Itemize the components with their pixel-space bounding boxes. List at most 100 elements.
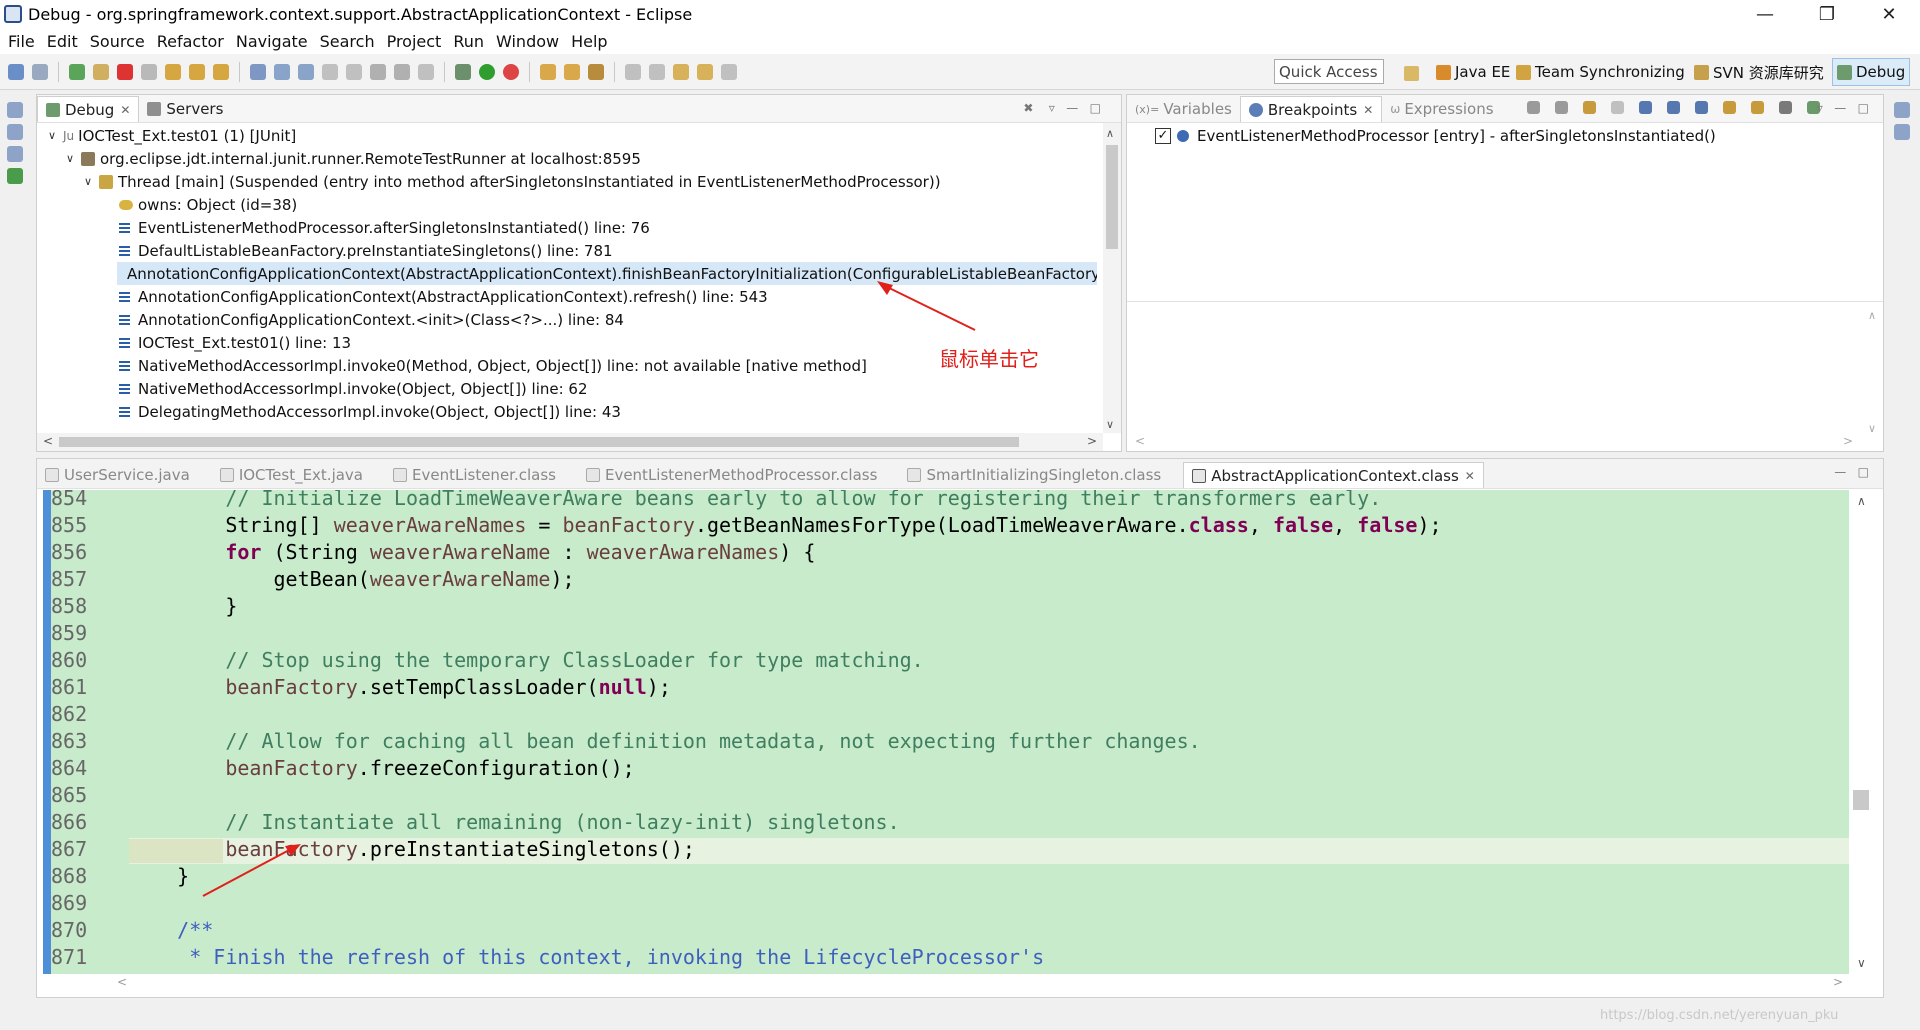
resume-icon[interactable]	[69, 63, 85, 80]
step-return-icon[interactable]	[213, 63, 229, 80]
perspective-team-sync[interactable]: Team Synchronizing	[1512, 58, 1689, 86]
expand-all-icon[interactable]	[1667, 101, 1680, 114]
tab-variables[interactable]: (x)= Variables	[1127, 96, 1240, 122]
tree-item-thread[interactable]: ∨ Thread [main] (Suspended (entry into me…	[81, 170, 941, 193]
stack-frame[interactable]: DefaultListableBeanFactory.preInstantiat…	[119, 239, 613, 262]
tab-expressions[interactable]: ω Expressions	[1382, 96, 1501, 122]
chevron-down-icon[interactable]: ∨	[63, 152, 77, 165]
add-exception-icon[interactable]	[1751, 101, 1764, 114]
restore-icon[interactable]: ❐	[1796, 0, 1858, 28]
toolbar-item-icon[interactable]	[394, 63, 410, 80]
back-icon[interactable]	[697, 63, 713, 80]
chevron-down-icon[interactable]: ∨	[1106, 418, 1114, 431]
detail-horizontal-scrollbar[interactable]: < >	[1127, 433, 1883, 451]
next-annotation-icon[interactable]	[625, 63, 641, 80]
chevron-down-icon[interactable]: ∨	[45, 129, 59, 142]
remove-breakpoint-icon[interactable]	[1527, 101, 1540, 114]
new-icon[interactable]	[274, 63, 290, 80]
search-icon[interactable]	[588, 63, 604, 80]
tab-debug[interactable]: Debug ✕	[37, 96, 140, 122]
collapse-all-icon[interactable]	[1695, 101, 1708, 114]
perspective-svn[interactable]: SVN 资源库研究	[1690, 58, 1828, 86]
tree-item-launch[interactable]: ∨ Ju IOCTest_Ext.test01 (1) [JUnit]	[45, 124, 296, 147]
skip-breakpoints-icon[interactable]	[32, 63, 48, 80]
code-editor[interactable]: 854 // Initialize LoadTimeWeaverAware be…	[37, 490, 1849, 974]
menu-file[interactable]: File	[8, 32, 35, 51]
open-folder-icon[interactable]	[564, 63, 580, 80]
menu-source[interactable]: Source	[90, 32, 145, 51]
suspend-icon[interactable]	[93, 63, 109, 80]
view-menu-icon[interactable]: ▿	[1049, 101, 1055, 115]
link-icon[interactable]	[1723, 101, 1736, 114]
detail-vertical-scrollbar[interactable]: ∧ ∨	[1864, 307, 1882, 437]
perspective-java-ee[interactable]: Java EE	[1432, 58, 1514, 86]
chevron-right-icon[interactable]: >	[1843, 434, 1853, 448]
perspective-debug[interactable]: Debug	[1832, 58, 1911, 86]
remove-all-breakpoints-icon[interactable]	[1555, 101, 1568, 114]
minimize-view-icon[interactable]: —	[1066, 101, 1078, 115]
scrollbar-thumb[interactable]	[59, 437, 1019, 447]
trim-icon[interactable]	[7, 102, 23, 118]
step-into-icon[interactable]	[165, 63, 181, 80]
stack-frame[interactable]: AnnotationConfigApplicationContext.<init…	[119, 308, 624, 331]
horizontal-scrollbar[interactable]: < >	[37, 433, 1103, 451]
tab-eventlistenermethodprocessor-class[interactable]: EventListenerMethodProcessor.class	[578, 462, 885, 488]
minimize-icon[interactable]: —	[1734, 0, 1796, 28]
chevron-left-icon[interactable]: <	[43, 434, 53, 448]
trim-icon[interactable]	[7, 168, 23, 184]
stack-frame[interactable]: NativeMethodAccessorImpl.invoke(Object, …	[119, 377, 588, 400]
tree-item-debug-target[interactable]: ∨ org.eclipse.jdt.internal.junit.runner.R…	[63, 147, 641, 170]
chevron-right-icon[interactable]: >	[1087, 434, 1097, 448]
last-edit-icon[interactable]	[673, 63, 689, 80]
maximize-view-icon[interactable]: □	[1090, 101, 1101, 115]
chevron-right-icon[interactable]: >	[1833, 975, 1843, 989]
stack-frame[interactable]: IOCTest_Ext.test01() line: 13	[119, 331, 351, 354]
breakpoint-item[interactable]: ✓ EventListenerMethodProcessor [entry] -…	[1155, 124, 1716, 147]
toolbar-item-icon[interactable]	[346, 63, 362, 80]
terminate-icon[interactable]	[117, 63, 133, 80]
close-icon[interactable]: ✕	[120, 103, 130, 117]
remove-all-terminated-icon[interactable]: ✖	[1023, 101, 1033, 115]
chevron-up-icon[interactable]: ∧	[1868, 309, 1876, 322]
tab-ioctest-ext-java[interactable]: IOCTest_Ext.java	[212, 462, 371, 488]
tree-item-monitor[interactable]: owns: Object (id=38)	[119, 193, 297, 216]
menu-edit[interactable]: Edit	[47, 32, 78, 51]
view-menu-icon[interactable]: ▿	[1817, 101, 1823, 115]
package-icon[interactable]	[298, 63, 314, 80]
close-icon[interactable]: ✕	[1465, 469, 1475, 483]
editor-horizontal-scrollbar[interactable]: < >	[111, 975, 1849, 993]
external-tools-icon[interactable]	[503, 63, 519, 80]
stack-frame[interactable]: AnnotationConfigApplicationContext(Abstr…	[119, 285, 768, 308]
step-over-icon[interactable]	[189, 63, 205, 80]
toolbar-item-icon[interactable]	[370, 63, 386, 80]
chevron-left-icon[interactable]: <	[1135, 434, 1145, 448]
tab-breakpoints[interactable]: Breakpoints ✕	[1239, 96, 1383, 122]
breakpoint-checkbox[interactable]: ✓	[1155, 127, 1171, 144]
save-icon[interactable]	[8, 63, 24, 80]
maximize-view-icon[interactable]: □	[1858, 465, 1869, 479]
menu-window[interactable]: Window	[496, 32, 559, 51]
tab-eventlistener-class[interactable]: EventListener.class	[385, 462, 564, 488]
stack-frame[interactable]: DelegatingMethodAccessorImpl.invoke(Obje…	[119, 400, 621, 423]
menu-run[interactable]: Run	[453, 32, 484, 51]
editor-vertical-scrollbar[interactable]: ∧ ∨	[1849, 490, 1883, 974]
trim-icon[interactable]	[7, 124, 23, 140]
tab-userservice-java[interactable]: UserService.java	[37, 462, 198, 488]
stack-frame[interactable]: NativeMethodAccessorImpl.invoke0(Method,…	[119, 354, 867, 377]
menu-navigate[interactable]: Navigate	[236, 32, 308, 51]
scrollbar-thumb[interactable]	[1106, 145, 1118, 249]
trim-icon[interactable]	[7, 146, 23, 162]
skip-all-icon[interactable]	[1639, 101, 1652, 114]
toolbar-item-icon[interactable]	[322, 63, 338, 80]
chevron-down-icon[interactable]: ∨	[1857, 956, 1866, 970]
tab-servers[interactable]: Servers	[139, 96, 231, 122]
chevron-down-icon[interactable]: ∨	[81, 175, 95, 188]
goto-file-icon[interactable]	[1611, 101, 1624, 114]
open-type-icon[interactable]	[250, 63, 266, 80]
tab-smartinitializingsingleton-class[interactable]: SmartInitializingSingleton.class	[899, 462, 1169, 488]
chevron-left-icon[interactable]: <	[117, 975, 127, 989]
debug-run-icon[interactable]	[455, 63, 471, 80]
menu-search[interactable]: Search	[320, 32, 375, 51]
open-perspective-icon[interactable]	[1400, 59, 1428, 87]
close-icon[interactable]: ✕	[1363, 103, 1373, 117]
